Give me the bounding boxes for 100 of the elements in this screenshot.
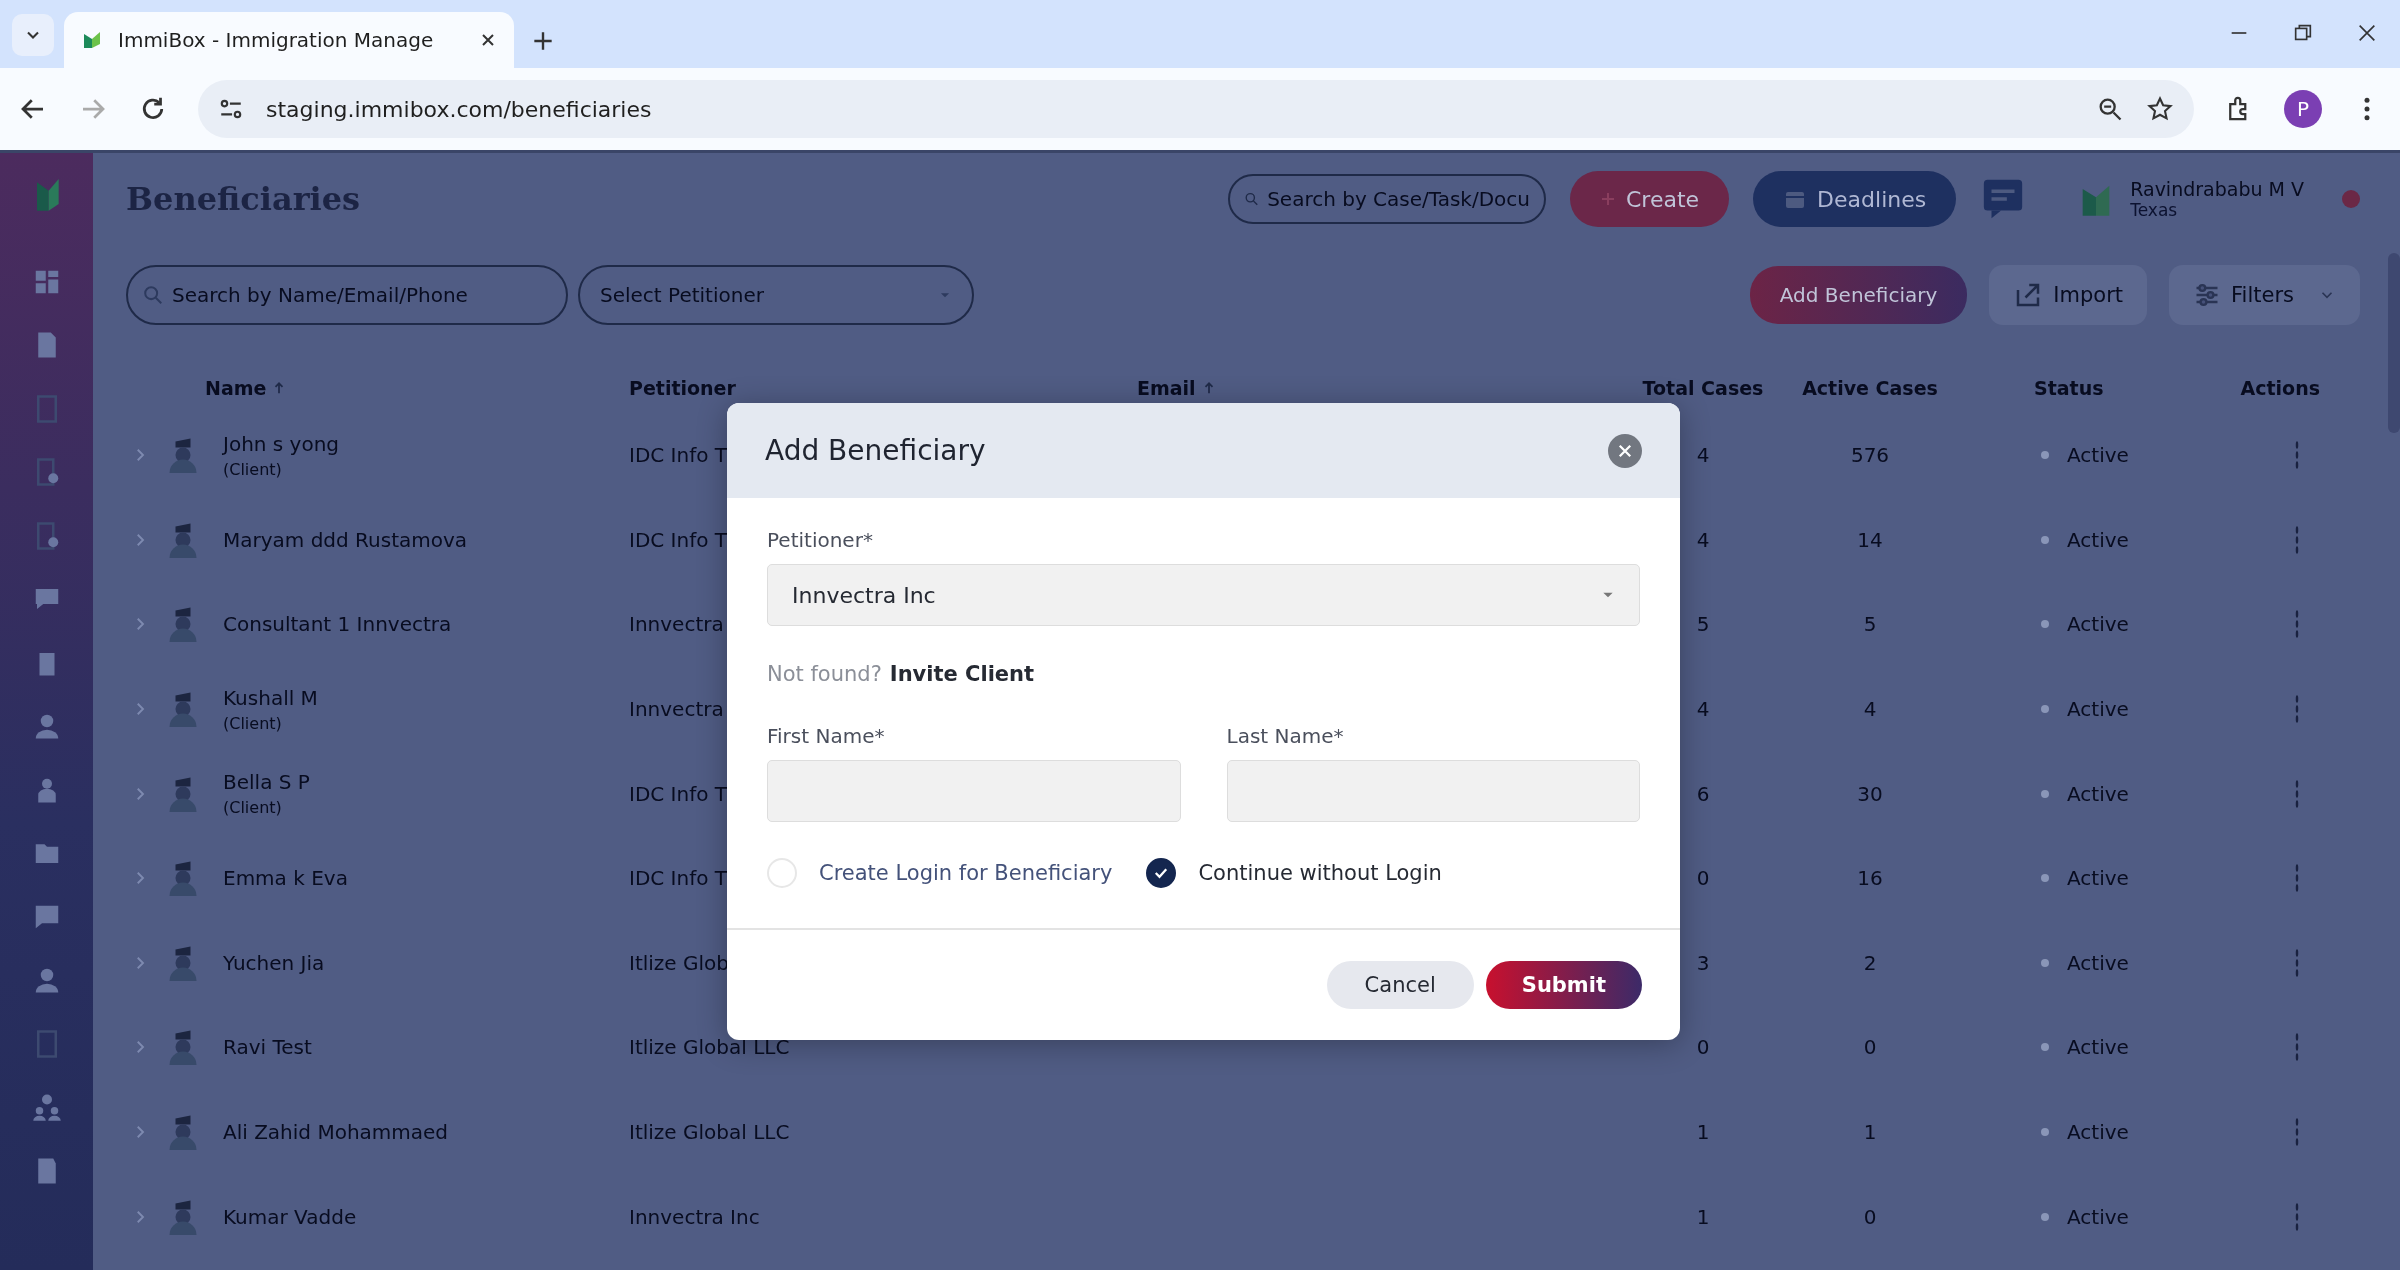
- column-header[interactable]: Status: [2034, 377, 2104, 399]
- status-dot: [2041, 620, 2049, 629]
- close-icon[interactable]: [2356, 22, 2378, 44]
- table-cell: 1: [1863, 1120, 1877, 1145]
- table-cell: Itlize Global LLC: [629, 1035, 790, 1060]
- search-field[interactable]: Search by Case/Task/Docu: [1228, 174, 1546, 224]
- table-cell: 14: [1857, 527, 1883, 552]
- table-cell: IDC Info T: [629, 866, 728, 891]
- table-cell: Itlize Glob: [629, 950, 729, 975]
- people-icon[interactable]: [31, 1092, 62, 1122]
- beneficiary-name[interactable]: Maryam ddd Rustamova: [223, 527, 468, 552]
- status-text: Active: [2067, 697, 2129, 722]
- client-tag: (Client): [223, 798, 310, 818]
- user-name: Ravindrababu M V: [2130, 178, 2304, 200]
- tab-list-button[interactable]: [12, 14, 54, 56]
- field-label: First Name*: [767, 724, 886, 748]
- radio-option[interactable]: Create Login for Beneficiary: [767, 858, 1113, 888]
- beneficiary-name[interactable]: Yuchen Jia: [223, 950, 325, 975]
- column-header[interactable]: Email: [1137, 377, 1216, 399]
- input-field[interactable]: [1226, 760, 1640, 822]
- beneficiary-name[interactable]: John s yong: [223, 431, 340, 456]
- table-cell: 5: [1696, 612, 1710, 637]
- field-label: Last Name*: [1226, 724, 1345, 748]
- column-header[interactable]: Petitioner: [629, 377, 736, 399]
- status-text: Active: [2067, 1204, 2129, 1229]
- table-cell: 4: [1696, 443, 1710, 468]
- search-field[interactable]: Search by Name/Email/Phone: [126, 265, 568, 325]
- plus-icon: [1600, 191, 1616, 207]
- status-text: Active: [2067, 1120, 2129, 1145]
- deadlines-button[interactable]: Deadlines: [1753, 171, 1957, 227]
- submit-button[interactable]: Submit: [1485, 961, 1642, 1009]
- profile-avatar[interactable]: P: [2284, 90, 2322, 128]
- add-beneficiary-button[interactable]: Add Beneficiary: [1749, 266, 1968, 324]
- table-cell: Innvectra: [629, 612, 724, 637]
- status-dot: [2041, 1043, 2049, 1052]
- create-button[interactable]: Create: [1570, 171, 1730, 227]
- status-text: Active: [2067, 612, 2129, 637]
- search-icon: [142, 284, 164, 306]
- beneficiary-name[interactable]: Ravi Test: [223, 1035, 312, 1060]
- status-dot: [2041, 1128, 2049, 1137]
- column-header[interactable]: Actions: [2240, 377, 2320, 399]
- table-cell: 30: [1857, 781, 1883, 806]
- address-bar[interactable]: staging.immibox.com/beneficiaries: [198, 80, 2194, 138]
- input-field[interactable]: [767, 760, 1181, 822]
- table-cell: 1: [1696, 1120, 1710, 1145]
- status-text: Active: [2067, 781, 2129, 806]
- radio-option[interactable]: Continue without Login: [1146, 858, 1442, 888]
- close-button[interactable]: [1608, 433, 1642, 468]
- invite-client-link[interactable]: Invite Client: [889, 662, 1035, 686]
- table-cell: Innvectra: [629, 697, 724, 722]
- status-dot: [2041, 958, 2049, 967]
- beneficiary-name[interactable]: Consultant 1 Innvectra: [223, 612, 452, 637]
- table-cell: IDC Info T: [629, 781, 728, 806]
- table-cell: 16: [1857, 866, 1883, 891]
- cancel-button[interactable]: Cancel: [1326, 961, 1474, 1009]
- dialog-title: Add Beneficiary: [765, 434, 986, 467]
- client-tag: (Client): [223, 459, 340, 479]
- hint-text: Not found?: [767, 662, 882, 686]
- table-cell: IDC Info T: [629, 527, 728, 552]
- table-cell: 576: [1850, 443, 1890, 468]
- column-header[interactable]: Total Cases: [1642, 377, 1764, 399]
- table-cell: 3: [1696, 950, 1710, 975]
- beneficiary-name[interactable]: Bella S P: [223, 770, 310, 795]
- status-dot: [2041, 789, 2049, 798]
- table-cell: 0: [1696, 866, 1710, 891]
- import-button[interactable]: Import: [1989, 265, 2148, 325]
- table-cell: 0: [1696, 1035, 1710, 1060]
- status-text: Active: [2067, 950, 2129, 975]
- checked-radio[interactable]: [1146, 858, 1177, 888]
- column-header[interactable]: Active Cases: [1802, 377, 1938, 399]
- table-cell: 5: [1863, 612, 1877, 637]
- status-text: Active: [2067, 527, 2129, 552]
- table-cell: 0: [1863, 1204, 1877, 1229]
- table-cell: 4: [1696, 527, 1710, 552]
- beneficiary-name[interactable]: Ali Zahid Mohammaed: [223, 1120, 449, 1145]
- table-cell: IDC Info T: [629, 443, 728, 468]
- status-dot: [2041, 535, 2049, 544]
- table-cell: Innvectra Inc: [629, 1204, 760, 1229]
- status-text: Active: [2067, 866, 2129, 891]
- radio-button[interactable]: [767, 858, 797, 888]
- beneficiary-name[interactable]: Emma k Eva: [223, 866, 348, 891]
- beneficiary-name[interactable]: Kumar Vadde: [223, 1204, 357, 1229]
- petitioner-select[interactable]: Select Petitioner: [578, 265, 974, 325]
- filters-button[interactable]: Filters: [2169, 265, 2360, 325]
- field-label: Petitioner*: [767, 528, 874, 552]
- client-tag: (Client): [223, 713, 318, 733]
- table-cell: 0: [1863, 1035, 1877, 1060]
- table-cell: Itlize Global LLC: [629, 1120, 790, 1145]
- bookmark-star-icon[interactable]: [2146, 95, 2174, 123]
- table-cell: 4: [1863, 697, 1877, 722]
- status-text: Active: [2067, 443, 2129, 468]
- column-header[interactable]: Name: [205, 377, 287, 399]
- status-dot: [2041, 705, 2049, 714]
- browser-tab[interactable]: ImmiBox - Immigration Manage: [64, 12, 514, 68]
- status-dot: [2041, 451, 2049, 460]
- petitioner-select[interactable]: Innvectra Inc: [767, 564, 1640, 626]
- table-cell: 2: [1863, 950, 1877, 975]
- user-location: Texas: [2130, 200, 2179, 220]
- beneficiary-name[interactable]: Kushall M: [223, 685, 318, 710]
- status-text: Active: [2067, 1035, 2129, 1060]
